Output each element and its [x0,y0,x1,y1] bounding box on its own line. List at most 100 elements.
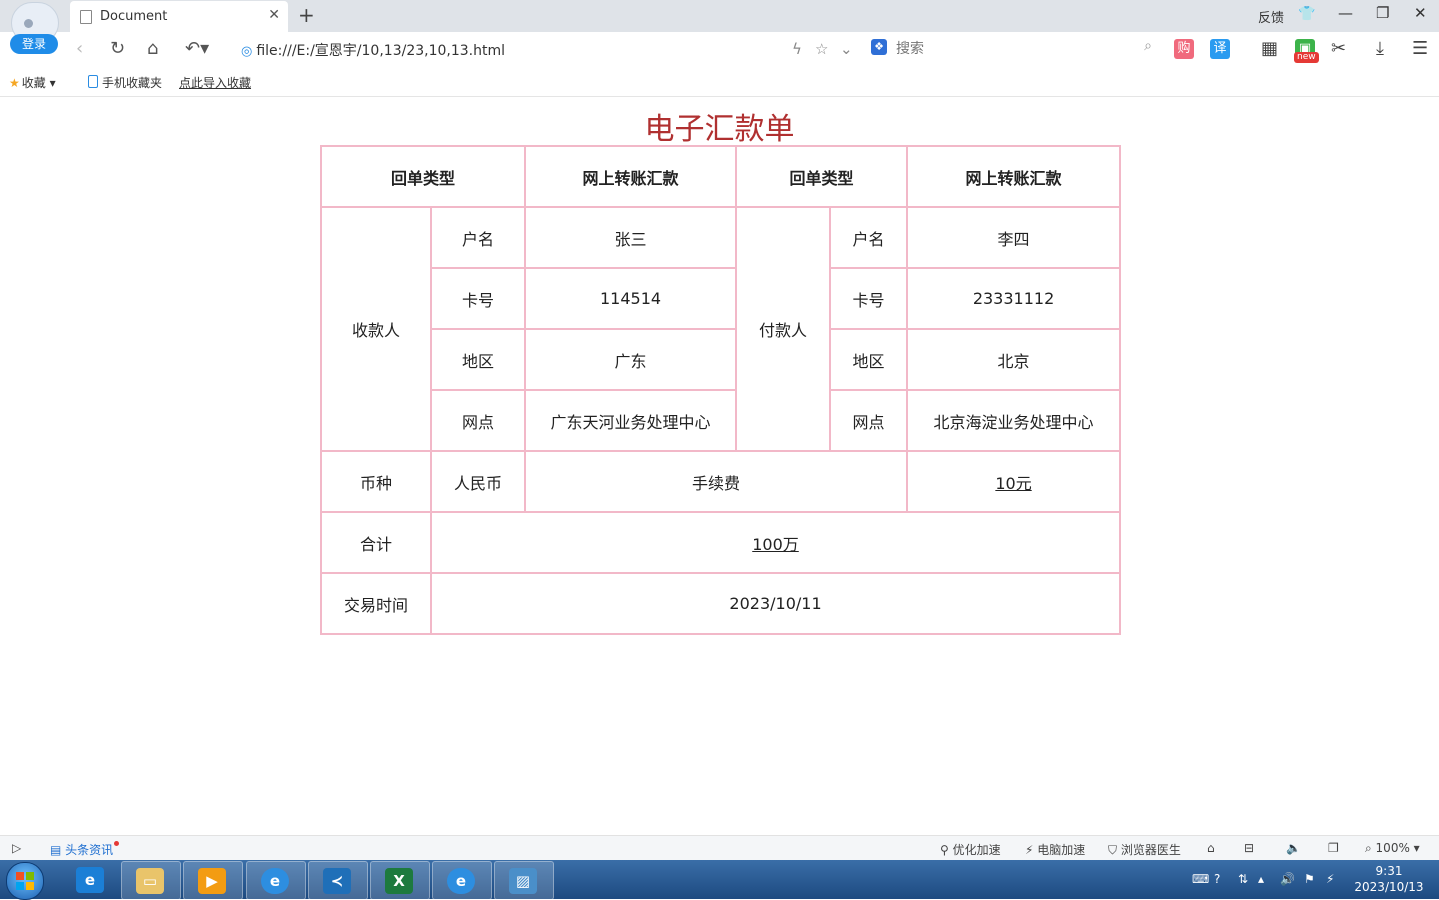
pc-speed-button[interactable]: ⚡ 电脑加速 [1025,841,1085,858]
home-button[interactable]: ⌂ [147,38,158,59]
screenshot-scissors-icon[interactable]: ✂ [1331,38,1346,59]
notification-dot [114,841,120,846]
close-window-button[interactable]: ✕ [1414,4,1427,22]
site-info-icon[interactable]: ◎ [241,44,252,59]
taskbar-vscode[interactable]: ≺ [308,861,368,900]
search-box[interactable]: ❖ ⌕ [866,38,1158,60]
news-label: 头条资讯 [65,843,114,857]
payee-name-label: 户名 [429,206,527,269]
show-hidden-icons[interactable]: ▴ [1258,872,1264,886]
new-tab-button[interactable]: + [298,3,315,27]
clock-date: 2023/10/13 [1354,880,1424,894]
browser-doctor-button[interactable]: ⛉ 浏览器医生 [1108,841,1181,858]
payer-branch: 北京海淀业务处理中心 [906,389,1122,452]
favorites-menu[interactable]: ★ 收藏 ▾ [9,74,56,91]
tab-document[interactable]: Document ✕ [70,1,288,32]
chevron-down-icon[interactable]: ⌄ [840,40,853,58]
shopping-button[interactable]: 购 [1174,39,1194,59]
close-tab-icon[interactable]: ✕ [268,7,280,23]
receipt-type-value: 网上转账汇款 [906,145,1122,208]
time-label: 交易时间 [320,572,432,635]
total-value: 100万 [429,511,1122,574]
minimize-button[interactable]: — [1338,4,1353,22]
favorites-label: 收藏 [21,76,46,90]
network-icon[interactable]: ⌂ [1207,841,1215,855]
taskbar-ie[interactable]: e [62,861,120,898]
payee-branch: 广东天河业务处理中心 [524,389,738,452]
currency-label: 币种 [320,450,432,513]
star-icon[interactable]: ☆ [815,40,828,58]
table-row: 收款人 户名 张三 付款人 户名 李四 [320,206,1122,452]
volume-icon[interactable]: 🔊 [1280,872,1295,886]
payer-name-label: 户名 [829,206,909,269]
speaker-icon[interactable]: 🔈 [1286,841,1301,855]
user-avatar[interactable]: 登录 [10,2,60,56]
mobile-favorites-label: 手机收藏夹 [102,76,163,90]
address-bar: ‹ ↻ ⌂ ↶▾ ◎ file:///E:/宣恩宇/10,13/23,10,13.… [0,32,1439,66]
bookmarks-bar: ★ 收藏 ▾ 手机收藏夹 点此导入收藏 [0,66,1439,97]
zoom-level: 100% [1375,841,1410,855]
tab-title: Document [100,9,168,24]
payee-name: 张三 [524,206,738,269]
browser-doctor-label: 浏览器医生 [1120,843,1181,857]
time-value: 2023/10/11 [429,572,1122,635]
download-icon[interactable]: ⤓ [1376,38,1384,59]
payee-card: 114514 [524,267,738,330]
window-mode-icon[interactable]: ❐ [1328,841,1339,855]
table-row: 合计 100万 [320,511,1122,574]
translate-button[interactable]: 译 [1210,39,1230,59]
network-tray-icon[interactable]: ⇅ [1238,872,1248,886]
zoom-control[interactable]: ⌕ 100% ▾ [1365,841,1420,856]
taskbar: e ▭ ▶ e ≺ X e ▨ ⌨ ? ⇅ ▴ 🔊 ⚑ ⚡ 9:31 2023/… [0,860,1439,900]
table-row: 卡号 114514 卡号 23331112 [321,267,1122,330]
taskbar-explorer[interactable]: ▭ [121,861,181,900]
apps-grid-icon[interactable]: ▦ [1261,38,1278,59]
help-icon[interactable]: ? [1214,872,1220,886]
login-button[interactable]: 登录 [10,34,58,54]
menu-icon[interactable]: ☰ [1412,38,1428,59]
restore-button[interactable]: ❐ [1376,4,1389,22]
sidebar-toggle-icon[interactable]: ▷ [12,841,21,855]
skin-icon[interactable]: 👕 [1298,6,1315,22]
taskbar-media-player[interactable]: ▶ [183,861,243,900]
lightning-icon[interactable]: ϟ [792,40,802,58]
undo-close-button[interactable]: ↶▾ [185,38,209,59]
action-center-icon[interactable]: ⚑ [1304,872,1315,886]
page-title: 电子汇款单 [644,112,795,147]
browser-icon: e [261,868,289,894]
taskbar-browser-2[interactable]: e [432,861,492,900]
url-text: file:///E:/宣恩宇/10,13/23,10,13.html [256,43,506,59]
payee-branch-label: 网点 [429,389,527,452]
back-button[interactable]: ‹ [76,38,83,59]
import-favorites-link[interactable]: 点此导入收藏 [179,74,251,91]
power-icon[interactable]: ⚡ [1326,872,1334,886]
search-input[interactable] [894,39,1128,59]
reload-button[interactable]: ↻ [110,38,125,59]
search-icon[interactable]: ⌕ [1144,38,1152,54]
windows-logo-icon [16,872,34,890]
news-link[interactable]: ▤ 头条资讯 [50,841,120,858]
keyboard-icon[interactable]: ⌨ [1192,872,1209,886]
start-button[interactable] [6,862,44,900]
fee-label: 手续费 [524,450,909,513]
vr-icon[interactable]: ⊟ [1244,841,1254,855]
payee-card-label: 卡号 [429,267,527,330]
taskbar-photo-viewer[interactable]: ▨ [494,861,554,900]
table-row: 网点 广东天河业务处理中心 网点 北京海淀业务处理中心 [321,389,1122,452]
optimize-button[interactable]: ⚲ 优化加速 [940,841,1001,858]
optimize-label: 优化加速 [952,843,1001,857]
taskbar-excel[interactable]: X [370,861,430,900]
vscode-icon: ≺ [323,868,351,894]
excel-icon: X [385,868,413,894]
new-badge: new [1294,52,1319,63]
total-label: 合计 [320,511,432,574]
taskbar-browser[interactable]: e [246,861,306,900]
payer-branch-label: 网点 [829,389,909,452]
feedback-button[interactable]: 反馈 [1258,7,1284,26]
url-field[interactable]: ◎ file:///E:/宣恩宇/10,13/23,10,13.html [241,40,505,60]
clock[interactable]: 9:31 2023/10/13 [1346,863,1432,895]
photo-viewer-icon: ▨ [509,868,537,894]
receipt-type-value: 网上转账汇款 [524,145,738,208]
browser-icon: e [447,868,475,894]
mobile-favorites-link[interactable]: 手机收藏夹 [88,74,162,91]
